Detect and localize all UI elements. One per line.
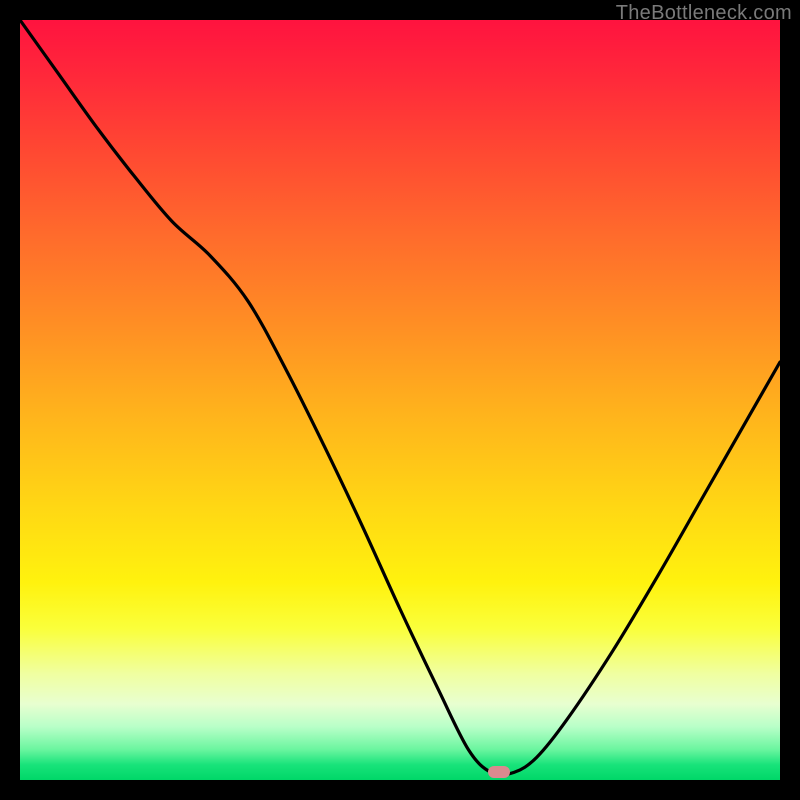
plot-area [20, 20, 780, 780]
optimal-marker [488, 766, 510, 778]
chart-frame: TheBottleneck.com [0, 0, 800, 800]
bottleneck-curve [20, 20, 780, 780]
watermark-text: TheBottleneck.com [616, 2, 792, 25]
